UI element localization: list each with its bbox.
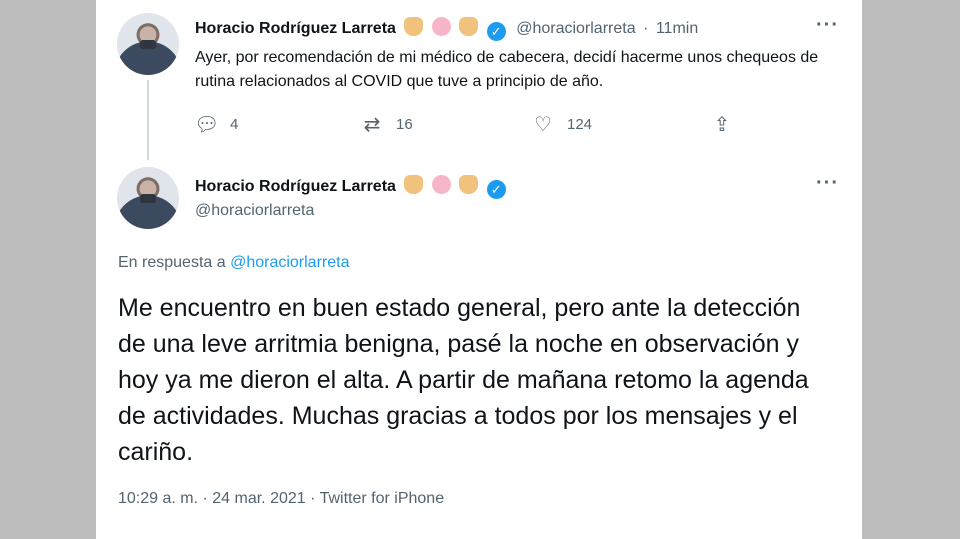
share-button[interactable]: ⇪ [710, 112, 746, 137]
like-count: 124 [567, 116, 593, 133]
raised-hand-icon [459, 175, 479, 194]
reply-icon: 💬︎ [194, 114, 220, 136]
more-icon[interactable]: ··· [816, 172, 839, 195]
like-icon: ♡ [534, 114, 552, 136]
right-backdrop [862, 0, 960, 539]
author-handle[interactable]: @horaciorlarreta [516, 20, 635, 37]
tweet-thread-card: Horacio Rodríguez Larreta ✓ @horaciorlar… [96, 0, 862, 539]
tweet-timestamp[interactable]: 10:29 a. m. · 24 mar. 2021 · Twitter for… [118, 490, 444, 508]
retweet-count: 16 [396, 116, 413, 133]
raised-hand-icon [459, 17, 479, 36]
tweet2-header: Horacio Rodríguez Larreta ✓ [195, 175, 506, 199]
author-name[interactable]: Horacio Rodríguez Larreta [195, 178, 396, 195]
retweet-icon: ⇄ [363, 114, 381, 136]
raised-hand-icon [404, 17, 424, 36]
reply-handle-link[interactable]: @horaciorlarreta [230, 254, 349, 271]
reply-button[interactable]: 💬︎ 4 [194, 112, 238, 137]
verified-badge-icon: ✓ [486, 180, 506, 199]
tweet2-text: Me encuentro en buen estado general, per… [118, 294, 809, 466]
avatar[interactable] [117, 167, 179, 229]
reply-context: En respuesta a @horaciorlarreta [118, 254, 349, 272]
like-button[interactable]: ♡ 124 [531, 112, 592, 137]
pill-icon [431, 175, 451, 194]
pill-icon [431, 17, 451, 36]
raised-hand-icon [404, 175, 424, 194]
tweet-time[interactable]: 11min [656, 20, 698, 37]
avatar[interactable] [117, 13, 179, 75]
author-name[interactable]: Horacio Rodríguez Larreta [195, 20, 396, 37]
more-icon[interactable]: ··· [816, 14, 839, 37]
thread-connector-line [147, 80, 149, 160]
tweet1-header: Horacio Rodríguez Larreta ✓ @horaciorlar… [195, 17, 698, 41]
reply-count: 4 [230, 116, 239, 133]
verified-badge-icon: ✓ [486, 22, 506, 41]
retweet-button[interactable]: ⇄ 16 [360, 112, 413, 137]
author-handle[interactable]: @horaciorlarreta [195, 202, 314, 220]
time-separator: · [643, 20, 649, 37]
tweet1-text: Ayer, por recomendación de mi médico de … [195, 49, 819, 90]
share-icon: ⇪ [713, 114, 731, 136]
reply-prefix: En respuesta a [118, 254, 226, 271]
left-backdrop [0, 0, 96, 539]
